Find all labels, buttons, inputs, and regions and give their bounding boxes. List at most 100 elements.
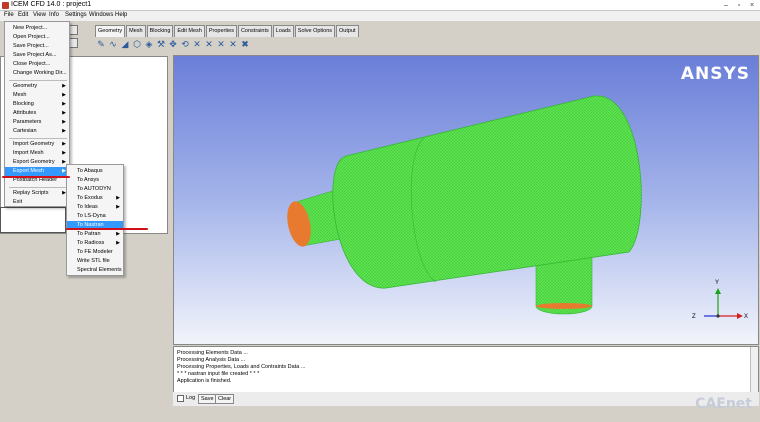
tab-geometry[interactable]: Geometry: [95, 25, 126, 37]
tab-loads[interactable]: Loads: [272, 25, 294, 37]
restore-icon[interactable]: ⟲: [180, 39, 190, 49]
menu-item-label: Import Mesh: [13, 150, 44, 156]
submenu-arrow-icon: ▶: [62, 150, 66, 156]
axis-label-x: X: [744, 314, 748, 320]
menu-item-save-project[interactable]: Save Project...: [5, 42, 69, 51]
submenu-arrow-icon: ▶: [62, 119, 66, 125]
menu-item-export-geometry[interactable]: Export Geometry ▶: [5, 158, 69, 167]
menu-item-label: Export Mesh: [13, 168, 44, 174]
menu-item-label: Import Geometry: [13, 141, 55, 147]
axis-label-z: Z: [692, 314, 696, 320]
menu-item-label: Blocking: [13, 101, 34, 107]
menu-item-label: Export Geometry: [13, 159, 55, 165]
delete-curve-icon[interactable]: ✕: [204, 39, 214, 49]
create-curve-icon[interactable]: ∿: [108, 39, 118, 49]
muffler-body: [332, 95, 642, 289]
message-line: Processing Analysis Data ...: [177, 357, 246, 363]
close-icon[interactable]: ×: [746, 1, 758, 10]
repair-icon[interactable]: ⚒: [156, 39, 166, 49]
save-button[interactable]: Save: [198, 394, 217, 404]
submenu-item-autodyn[interactable]: To AUTODYN: [67, 185, 123, 194]
menu-item-mesh[interactable]: Mesh ▶: [5, 91, 69, 100]
menu-item-change-working-dir[interactable]: Change Working Dir...: [5, 69, 69, 78]
menu-item-label: Geometry: [13, 83, 38, 89]
menu-item-open-project[interactable]: Open Project...: [5, 33, 69, 42]
menu-item-cartesian[interactable]: Cartesian ▶: [5, 127, 69, 136]
menu-item-export-mesh[interactable]: Export Mesh ▶: [5, 167, 69, 176]
menu-view[interactable]: View: [33, 12, 46, 18]
submenu-arrow-icon: ▶: [62, 141, 66, 147]
menu-item-exit[interactable]: Exit: [5, 198, 69, 207]
message-scrollbar[interactable]: [750, 347, 758, 394]
submenu-item-ideas[interactable]: To Ideas ▶: [67, 203, 123, 212]
message-line: Processing Properties, Loads and Contrai…: [177, 364, 306, 370]
menu-separator: [9, 138, 67, 139]
menu-bar: File Edit View Info Settings Windows Hel…: [0, 11, 760, 21]
log-checkbox[interactable]: [177, 395, 184, 402]
menu-item-label: Parameters: [13, 119, 42, 125]
menu-item-attributes[interactable]: Attributes ▶: [5, 109, 69, 118]
create-point-icon[interactable]: ✎: [96, 39, 106, 49]
submenu-item-abaqus[interactable]: To Abaqus: [67, 167, 123, 176]
menu-item-geometry[interactable]: Geometry ▶: [5, 82, 69, 91]
transform-icon[interactable]: ✥: [168, 39, 178, 49]
minimize-icon[interactable]: –: [720, 1, 732, 10]
menu-windows[interactable]: Windows: [89, 12, 113, 18]
tab-solve-options[interactable]: Solve Options: [294, 25, 336, 37]
data-entry-panel[interactable]: [0, 207, 66, 233]
annotation-underline: [66, 228, 148, 230]
submenu-arrow-icon: ▶: [116, 240, 120, 246]
menu-info[interactable]: Info: [49, 12, 59, 18]
menu-item-close-project[interactable]: Close Project...: [5, 60, 69, 69]
submenu-item-write-stl[interactable]: Write STL file: [67, 257, 123, 266]
tab-properties[interactable]: Properties: [205, 25, 237, 37]
delete-body-icon[interactable]: ✕: [228, 39, 238, 49]
log-label: Log: [186, 395, 196, 401]
submenu-arrow-icon: ▶: [116, 231, 120, 237]
menu-item-save-project-as[interactable]: Save Project As...: [5, 51, 69, 60]
delete-surface-icon[interactable]: ✕: [216, 39, 226, 49]
submenu-item-ansys[interactable]: To Ansys: [67, 176, 123, 185]
menu-help[interactable]: Help: [115, 12, 127, 18]
graphics-viewport[interactable]: ANSYS Y X Z: [173, 55, 759, 345]
submenu-item-spectral-elements[interactable]: Spectral Elements: [67, 266, 123, 275]
clear-button[interactable]: Clear: [215, 394, 235, 404]
faceting-icon[interactable]: ◈: [144, 39, 154, 49]
submenu-item-radioss[interactable]: To Radioss ▶: [67, 239, 123, 248]
submenu-item-exodus[interactable]: To Exodus ▶: [67, 194, 123, 203]
message-controls: Log Save Clear: [173, 392, 759, 406]
create-body-icon[interactable]: ⬡: [132, 39, 142, 49]
tab-mesh[interactable]: Mesh: [126, 25, 146, 37]
submenu-arrow-icon: ▶: [116, 204, 120, 210]
submenu-arrow-icon: ▶: [62, 83, 66, 89]
menu-edit[interactable]: Edit: [18, 12, 28, 18]
axis-label-y: Y: [715, 280, 719, 286]
submenu-arrow-icon: ▶: [62, 92, 66, 98]
menu-item-label: Attributes: [13, 110, 37, 116]
menu-settings[interactable]: Settings: [65, 12, 87, 18]
submenu-item-fe-modeler[interactable]: To FE Modeler: [67, 248, 123, 257]
message-line: * * * nastran input file created * * *: [177, 371, 260, 377]
file-menu: New Project... Open Project... Save Proj…: [4, 21, 70, 207]
create-surface-icon[interactable]: ◢: [120, 39, 130, 49]
tab-edit-mesh[interactable]: Edit Mesh: [174, 25, 205, 37]
menu-item-parameters[interactable]: Parameters ▶: [5, 118, 69, 127]
submenu-item-patran[interactable]: To Patran ▶: [67, 230, 123, 239]
message-line: Application is finished.: [177, 378, 232, 384]
tab-output[interactable]: Output: [336, 25, 359, 37]
menu-item-blocking[interactable]: Blocking ▶: [5, 100, 69, 109]
menu-item-new-project[interactable]: New Project...: [5, 24, 69, 33]
watermark: CAEnet: [695, 396, 752, 412]
submenu-item-ls-dyna[interactable]: To LS-Dyna: [67, 212, 123, 221]
menu-file[interactable]: File: [4, 12, 14, 18]
delete-point-icon[interactable]: ✕: [192, 39, 202, 49]
delete-any-icon[interactable]: ✖: [240, 39, 250, 49]
menu-item-import-geometry[interactable]: Import Geometry ▶: [5, 140, 69, 149]
tab-constraints[interactable]: Constraints: [237, 25, 272, 37]
muffler-model[interactable]: Y X Z: [174, 56, 759, 345]
menu-item-label: Mesh: [13, 92, 27, 98]
tab-blocking[interactable]: Blocking: [146, 25, 174, 37]
menu-item-import-mesh[interactable]: Import Mesh ▶: [5, 149, 69, 158]
maximize-icon[interactable]: ▫: [733, 1, 745, 10]
menu-item-replay-scripts[interactable]: Replay Scripts ▶: [5, 189, 69, 198]
